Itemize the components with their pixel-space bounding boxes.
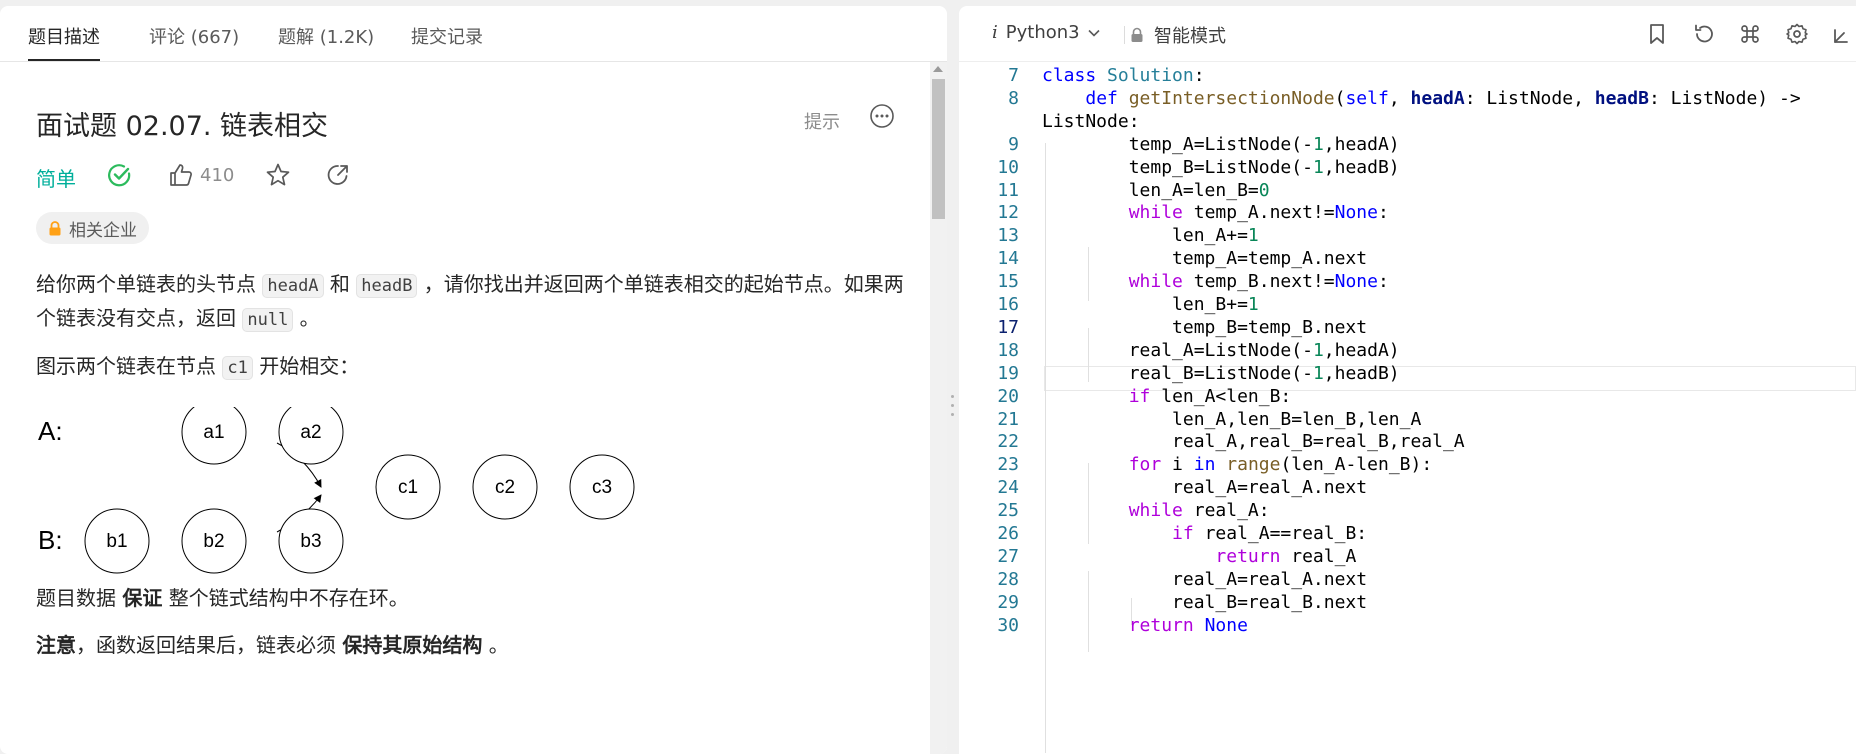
note-paragraph: 注意，函数返回结果后，链表必须 保持其原始结构 。 [36, 629, 509, 661]
diagram-caption: 图示两个链表在节点 c1 开始相交： [36, 350, 359, 384]
node-b1: b1 [84, 508, 150, 574]
caption-text: 开始相交： [252, 354, 360, 378]
bookmark-icon[interactable] [1645, 22, 1669, 46]
node-c2: c2 [472, 454, 538, 520]
code-headA: headA [262, 274, 324, 298]
reset-icon[interactable] [1692, 22, 1716, 46]
description-text: 给你两个单链表的头节点 [36, 272, 263, 296]
code-null: null [242, 308, 294, 332]
tab-submissions[interactable]: 提交记录 [411, 23, 483, 49]
linked-list-diagram: A: B: a1 a2 b1 b2 b3 c1 c2 c3 [38, 407, 635, 574]
smart-mode-toggle[interactable]: 智能模式 [1130, 22, 1226, 48]
tab-description[interactable]: 题目描述 [28, 23, 100, 49]
tab-comments[interactable]: 评论 (667) [149, 23, 239, 49]
node-a2-label: a2 [300, 422, 321, 443]
more-options-icon[interactable] [869, 103, 895, 129]
node-c1-label: c1 [398, 477, 418, 498]
constraint-bold-text: 保证 [122, 586, 163, 610]
difficulty-badge: 简单 [36, 167, 76, 191]
code-line[interactable]: 30 return None [959, 612, 1856, 639]
node-a2: a2 [278, 407, 344, 465]
editor-toolbar: i Python3 智能模式 [959, 6, 1856, 62]
problem-tabs: 题目描述 评论 (667) 题解 (1.2K) 提交记录 [0, 6, 947, 62]
lock-icon [1131, 27, 1143, 42]
lock-icon [49, 220, 61, 235]
code-text: return None [1128, 614, 1248, 636]
note-text: 。 [482, 633, 509, 657]
node-b3: b3 [278, 508, 344, 574]
node-a1: a1 [181, 407, 247, 465]
language-select[interactable]: i Python3 [992, 22, 1100, 43]
code-headB: headB [356, 274, 418, 298]
tab-solutions[interactable]: 题解 (1.2K) [278, 23, 374, 49]
like-count: 410 [200, 165, 235, 186]
node-c1: c1 [375, 454, 441, 520]
command-icon[interactable] [1738, 22, 1762, 46]
toolbar-divider [1124, 26, 1125, 44]
settings-gear-icon[interactable] [1785, 22, 1809, 46]
panel-resize-handle[interactable] [951, 395, 955, 417]
code-c1: c1 [222, 356, 253, 380]
description-text: 。 [293, 306, 320, 330]
expand-icon[interactable] [1831, 22, 1855, 46]
constraint-text: 整个链式结构中不存在环。 [162, 586, 409, 610]
share-icon[interactable] [325, 162, 351, 188]
node-c3: c3 [569, 454, 635, 520]
star-icon[interactable] [265, 162, 291, 188]
problem-content: 面试题 02.07. 链表相交 提示 简单 410 相关企业 给你两个单链表的头… [0, 62, 928, 754]
related-companies-tag[interactable]: 相关企业 [36, 212, 149, 244]
note-bold-text: 注意 [36, 633, 76, 657]
language-info-icon: i [992, 22, 998, 43]
node-c3-label: c3 [592, 477, 612, 498]
thumbs-up-icon[interactable] [168, 162, 194, 188]
constraint-paragraph: 题目数据 保证 整个链式结构中不存在环。 [36, 582, 409, 614]
company-tag-label: 相关企业 [69, 220, 137, 241]
node-b2-label: b2 [203, 531, 224, 552]
code-editor[interactable]: 7 class Solution: 8 def getIntersectionNod… [959, 62, 1856, 754]
description-scrollbar[interactable] [930, 62, 947, 754]
code-panel: i Python3 智能模式 7 class Solution: 8 def g… [959, 6, 1856, 754]
node-b3-label: b3 [300, 531, 321, 552]
constraint-text: 题目数据 [36, 586, 123, 610]
diagram-label-b: B: [38, 525, 63, 555]
scrollbar-thumb[interactable] [932, 79, 945, 219]
diagram-label-a: A: [38, 416, 63, 446]
node-c2-label: c2 [495, 477, 515, 498]
caption-text: 图示两个链表在节点 [36, 354, 223, 378]
problem-title: 面试题 02.07. 链表相交 [36, 111, 329, 142]
node-a1-label: a1 [203, 422, 224, 443]
line-number: 30 [997, 614, 1019, 636]
note-bold-text: 保持其原始结构 [342, 633, 483, 657]
mode-label: 智能模式 [1154, 26, 1226, 47]
active-tab-indicator [28, 59, 100, 61]
node-b1-label: b1 [106, 531, 127, 552]
description-paragraph: 给你两个单链表的头节点 headA 和 headB ，请你找出并返回两个单链表相… [36, 268, 916, 336]
chevron-down-icon [1088, 29, 1100, 37]
problem-panel: 题目描述 评论 (667) 题解 (1.2K) 提交记录 面试题 02.07. … [0, 6, 947, 754]
language-label: Python3 [1005, 22, 1080, 43]
description-text: 和 [323, 272, 357, 296]
scroll-up-arrow-icon[interactable] [933, 66, 943, 72]
node-b2: b2 [181, 508, 247, 574]
note-text: ，函数返回结果后，链表必须 [76, 633, 343, 657]
solved-check-icon [108, 164, 131, 187]
hint-button[interactable]: 提示 [804, 108, 840, 134]
